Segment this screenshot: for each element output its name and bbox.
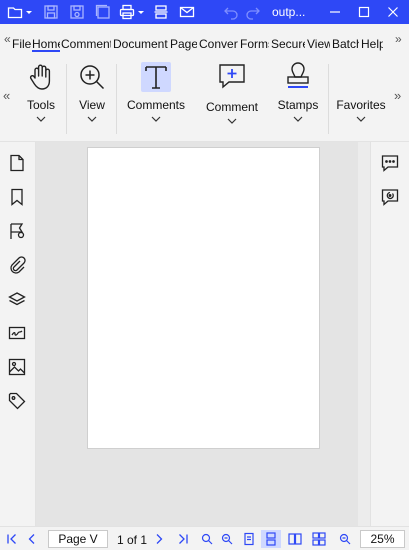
tab-forms[interactable]: Forms xyxy=(240,36,269,52)
tools-button[interactable]: Tools xyxy=(22,58,60,142)
chevron-down-icon xyxy=(293,116,303,122)
add-comment-button[interactable]: Comment xyxy=(198,58,266,142)
stamps-button[interactable]: Stamps xyxy=(274,58,322,142)
first-page-icon[interactable] xyxy=(4,531,20,547)
close-button[interactable] xyxy=(378,0,408,24)
right-sidebar xyxy=(370,142,409,526)
chevron-down-icon xyxy=(36,116,46,122)
next-page-icon[interactable] xyxy=(151,531,167,547)
signature-icon[interactable] xyxy=(7,323,27,343)
ribbon-scroll-left-icon[interactable]: « xyxy=(3,88,10,103)
fit-page-icon[interactable] xyxy=(219,531,235,547)
undo-icon[interactable] xyxy=(222,3,240,21)
tab-file[interactable]: File xyxy=(12,36,32,52)
chevron-down-icon xyxy=(87,116,97,122)
add-comment-icon xyxy=(217,62,247,92)
ribbon-toolbar: « Tools View Comments Comment Stamps Fav… xyxy=(0,58,409,142)
zoom-level-field[interactable]: 25% xyxy=(360,530,405,548)
page-number-input[interactable] xyxy=(48,530,108,548)
open-folder-icon[interactable] xyxy=(6,3,24,21)
zoom-out-icon[interactable] xyxy=(337,531,353,547)
chevron-down-icon xyxy=(227,118,237,124)
stamps-label: Stamps xyxy=(277,98,319,112)
page-count: 1 of 1 xyxy=(117,533,148,547)
comment-label: Comment xyxy=(205,100,258,114)
tag-icon[interactable] xyxy=(7,391,27,411)
attachment-icon[interactable] xyxy=(7,255,27,275)
page-thumbnails-icon[interactable] xyxy=(7,153,27,173)
comments-button[interactable]: Comments xyxy=(124,58,188,142)
favorites-button[interactable]: Favorites xyxy=(334,58,388,142)
vertical-scrollbar[interactable] xyxy=(358,142,370,526)
print-dropdown-icon[interactable] xyxy=(136,3,146,21)
comments-label: Comments xyxy=(126,98,185,112)
status-bar: 1 of 1 25% xyxy=(0,526,409,550)
document-page[interactable] xyxy=(87,147,320,449)
title-bar: outp... xyxy=(0,0,409,24)
left-sidebar xyxy=(0,142,36,526)
ai-assistant-icon[interactable] xyxy=(380,187,400,207)
ribbon-separator xyxy=(328,64,329,134)
tab-view[interactable]: View xyxy=(307,36,330,52)
save-as-icon[interactable] xyxy=(68,3,86,21)
tab-secure[interactable]: Secure xyxy=(271,36,305,52)
tab-comment[interactable]: Comment xyxy=(61,36,111,52)
chevron-down-icon xyxy=(151,116,161,122)
tab-help[interactable]: Help xyxy=(361,36,383,52)
continuous-view-icon[interactable] xyxy=(261,530,281,548)
image-icon[interactable] xyxy=(7,357,27,377)
view-label: View xyxy=(79,98,105,112)
tabs-scroll-right-icon[interactable]: » xyxy=(395,32,402,46)
tools-label: Tools xyxy=(26,98,55,112)
two-page-view-icon[interactable] xyxy=(285,530,305,548)
tab-home[interactable]: Home xyxy=(32,36,60,52)
favorites-label: Favorites xyxy=(336,98,386,112)
window-title: outp... xyxy=(272,5,306,19)
single-page-view-icon[interactable] xyxy=(239,530,259,548)
save-icon[interactable] xyxy=(42,3,60,21)
ribbon-tab-row: « File Home Comment Document Pages Conve… xyxy=(0,24,409,58)
tab-convert[interactable]: Convert xyxy=(199,36,238,52)
minimize-button[interactable] xyxy=(320,0,350,24)
last-page-icon[interactable] xyxy=(175,531,191,547)
tab-document[interactable]: Document xyxy=(113,36,168,52)
tabs-scroll-left-icon[interactable]: « xyxy=(4,32,11,46)
zoom-region-icon[interactable] xyxy=(199,531,215,547)
flag-icon[interactable] xyxy=(7,221,27,241)
ribbon-scroll-right-icon[interactable]: » xyxy=(394,88,401,103)
chevron-down-icon xyxy=(356,116,366,122)
layers-icon[interactable] xyxy=(7,289,27,309)
print-icon[interactable] xyxy=(118,3,136,21)
email-icon[interactable] xyxy=(178,3,196,21)
redo-icon[interactable] xyxy=(244,3,262,21)
scan-icon[interactable] xyxy=(152,3,170,21)
comment-panel-icon[interactable] xyxy=(380,153,400,173)
chevron-down-icon[interactable] xyxy=(24,3,34,21)
view-button[interactable]: View xyxy=(74,58,110,142)
hand-icon xyxy=(26,62,56,92)
previous-page-icon[interactable] xyxy=(24,531,40,547)
zoom-in-icon xyxy=(77,62,107,92)
save-all-icon[interactable] xyxy=(94,3,112,21)
text-comment-icon xyxy=(141,62,171,92)
ribbon-separator xyxy=(66,64,67,134)
bookmark-icon[interactable] xyxy=(7,187,27,207)
tab-batch[interactable]: Batch xyxy=(332,36,359,52)
two-page-continuous-view-icon[interactable] xyxy=(309,530,329,548)
maximize-button[interactable] xyxy=(349,0,379,24)
ribbon-separator xyxy=(116,64,117,134)
tab-pages[interactable]: Pages xyxy=(170,36,197,52)
stamp-icon xyxy=(283,62,313,92)
